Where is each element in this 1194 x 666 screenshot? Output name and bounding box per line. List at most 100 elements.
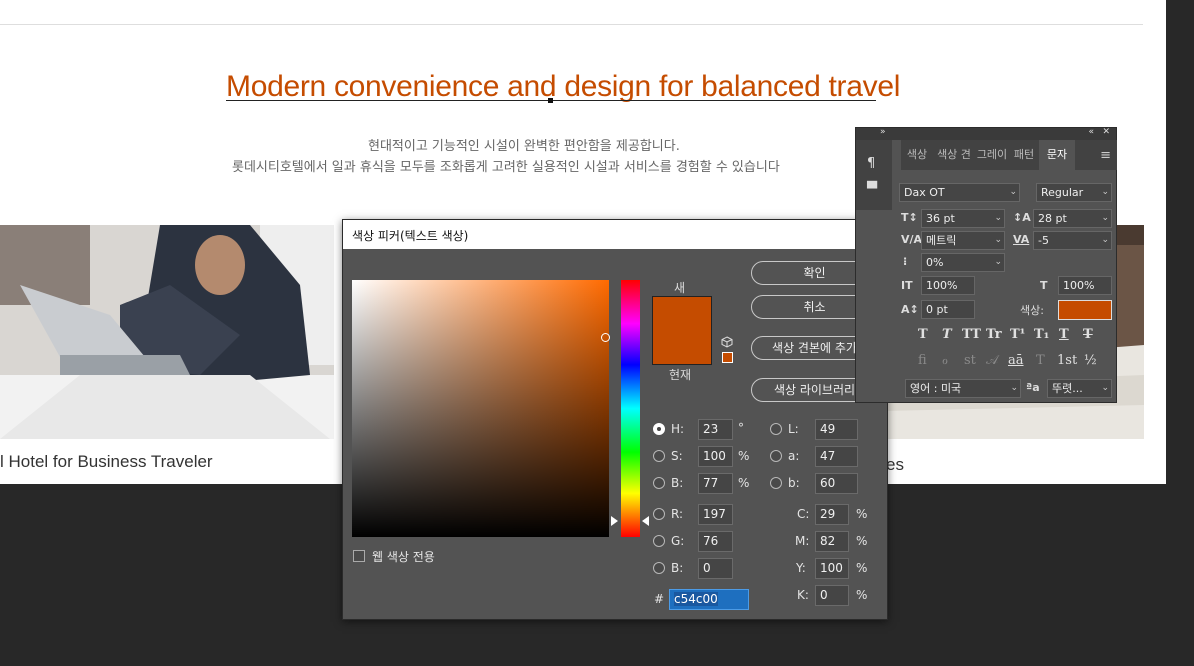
text-color-swatch[interactable] — [1058, 300, 1112, 320]
yellow-field[interactable]: 100 — [815, 558, 849, 579]
web-colors-only-checkbox[interactable] — [353, 550, 365, 562]
lab-b-field[interactable]: 60 — [815, 473, 858, 494]
tab-character[interactable]: 문자 — [1039, 140, 1075, 170]
subscript-icon[interactable]: T₁ — [1034, 327, 1049, 342]
superscript-icon[interactable]: T¹ — [1010, 327, 1025, 342]
ordinals-icon[interactable]: 1st — [1057, 353, 1077, 368]
brightness-field[interactable]: 77 — [698, 473, 733, 494]
magenta-label: M: — [795, 534, 810, 548]
panel-menu-icon[interactable]: ≡ — [1100, 148, 1111, 163]
current-color-swatch[interactable] — [653, 330, 711, 364]
lab-b-radio[interactable] — [770, 477, 782, 489]
saturation-radio[interactable] — [653, 450, 665, 462]
dialog-titlebar[interactable]: 색상 피커(텍스트 색상) ✕ — [343, 220, 887, 249]
percent-unit: % — [856, 507, 868, 521]
panel-topbar[interactable]: » « ✕ — [856, 127, 1116, 140]
horizontal-scale-field[interactable]: 100% — [1058, 276, 1112, 295]
text-anchor-handle[interactable] — [548, 98, 553, 103]
kerning-dropdown[interactable]: 메트릭 ⌄ — [921, 231, 1005, 250]
cyan-label: C: — [797, 507, 810, 521]
description-line-2: 롯데시티호텔에서 일과 휴식을 모두를 조화롭게 고려한 실용적인 시설과 서비… — [232, 160, 780, 175]
lab-a-label: a: — [788, 449, 800, 463]
tab-swatches[interactable]: 색상 견 — [934, 140, 974, 170]
percent-unit: % — [738, 449, 750, 463]
dialog-title: 색상 피커(텍스트 색상) — [352, 229, 469, 243]
underline-icon[interactable]: T — [1059, 327, 1069, 342]
tracking-dropdown[interactable]: -5 ⌄ — [1033, 231, 1112, 250]
all-caps-icon[interactable]: TT — [962, 327, 981, 342]
tab-color[interactable]: 색상 — [901, 140, 933, 170]
red-radio[interactable] — [653, 508, 665, 520]
caption-right[interactable]: es — [886, 455, 904, 475]
chevron-down-icon: ⌄ — [1010, 383, 1018, 393]
color-picker-dialog: 색상 피커(텍스트 색상) ✕ 새 현재 확인 취소 색상 견본에 추가 색상 … — [342, 219, 888, 620]
blue-field[interactable]: 0 — [698, 558, 733, 579]
faux-italic-icon[interactable]: T — [942, 327, 952, 342]
paragraph-icon[interactable]: ¶ — [867, 156, 875, 171]
fractions-icon[interactable]: ½ — [1084, 353, 1097, 368]
green-label: G: — [671, 534, 685, 548]
lab-a-field[interactable]: 47 — [815, 446, 858, 467]
hue-field[interactable]: 23 — [698, 419, 733, 440]
blue-radio[interactable] — [653, 562, 665, 574]
antialias-dropdown[interactable]: 뚜렷... ⌄ — [1047, 379, 1112, 398]
hue-radio[interactable] — [653, 423, 665, 435]
hue-slider-arrow-right-icon[interactable] — [642, 516, 649, 526]
web-safe-color-swatch[interactable] — [722, 352, 733, 363]
titling-alternates-icon[interactable]: T — [1036, 353, 1045, 368]
faux-bold-icon[interactable]: T — [918, 327, 928, 342]
green-field[interactable]: 76 — [698, 531, 733, 552]
font-style-dropdown[interactable]: Regular ⌄ — [1036, 183, 1112, 202]
hex-field[interactable]: c54c00 — [669, 589, 749, 610]
tracking-icon: VA — [1013, 233, 1030, 246]
vertical-scale-field[interactable]: 100% — [921, 276, 975, 295]
font-size-dropdown[interactable]: 36 pt ⌄ — [921, 209, 1005, 228]
small-caps-icon[interactable]: Tr — [986, 327, 1002, 342]
black-field[interactable]: 0 — [815, 585, 849, 606]
tab-gradients[interactable]: 그레이 — [975, 140, 1009, 170]
caption-business-traveler[interactable]: l Hotel for Business Traveler — [0, 452, 213, 472]
saturation-field[interactable]: 100 — [698, 446, 733, 467]
chevron-down-icon: ⌄ — [1101, 187, 1109, 197]
antialias-value: 뚜렷... — [1052, 382, 1083, 395]
percent-unit: % — [856, 588, 868, 602]
new-color-swatch — [653, 297, 711, 331]
hue-slider-arrow-left-icon[interactable] — [611, 516, 618, 526]
collapse-icon[interactable]: » — [880, 127, 886, 137]
lightness-radio[interactable] — [770, 423, 782, 435]
contextual-alternates-icon[interactable]: st — [964, 353, 976, 368]
language-dropdown[interactable]: 영어 : 미국 ⌄ — [905, 379, 1021, 398]
color-comparison-swatch — [652, 296, 712, 365]
lightness-label: L: — [788, 422, 799, 436]
strikethrough-icon[interactable]: T — [1083, 327, 1093, 342]
tracking-value: -5 — [1038, 234, 1049, 247]
tsume-dropdown[interactable]: 0% ⌄ — [921, 253, 1005, 272]
swash-icon[interactable]: 𝒜 — [986, 353, 998, 368]
out-of-gamut-cube-icon[interactable] — [721, 336, 733, 348]
tab-patterns[interactable]: 패턴 — [1010, 140, 1038, 170]
stylistic-alternates-icon[interactable]: aā — [1008, 353, 1024, 368]
saturation-brightness-field[interactable] — [352, 280, 609, 537]
antialias-icon: ªa — [1026, 381, 1040, 394]
character-panel: » « ✕ ¶ ▀ 색상 색상 견 그레이 패턴 문자 ≡ Dax OT ⌄ Re… — [855, 127, 1117, 403]
cyan-field[interactable]: 29 — [815, 504, 849, 525]
hue-slider[interactable] — [621, 280, 640, 537]
lightness-field[interactable]: 49 — [815, 419, 858, 440]
leading-dropdown[interactable]: 28 pt ⌄ — [1033, 209, 1112, 228]
percent-unit: % — [856, 561, 868, 575]
red-field[interactable]: 197 — [698, 504, 733, 525]
font-family-dropdown[interactable]: Dax OT ⌄ — [899, 183, 1020, 202]
green-radio[interactable] — [653, 535, 665, 547]
baseline-shift-field[interactable]: 0 pt — [921, 300, 975, 319]
close-icon[interactable]: ✕ — [1102, 127, 1110, 137]
leading-icon: ↕A — [1013, 211, 1031, 224]
color-field-marker[interactable] — [601, 333, 610, 342]
discretionary-ligatures-icon[interactable]: ℴ — [942, 353, 948, 368]
ligatures-icon[interactable]: fi — [918, 353, 927, 368]
comment-icon[interactable]: ▀ — [867, 182, 877, 197]
description-line-1: 현대적이고 기능적인 시설이 완벽한 편안함을 제공합니다. — [368, 139, 680, 154]
lab-a-radio[interactable] — [770, 450, 782, 462]
brightness-radio[interactable] — [653, 477, 665, 489]
expand-icon[interactable]: « — [1088, 127, 1094, 137]
magenta-field[interactable]: 82 — [815, 531, 849, 552]
